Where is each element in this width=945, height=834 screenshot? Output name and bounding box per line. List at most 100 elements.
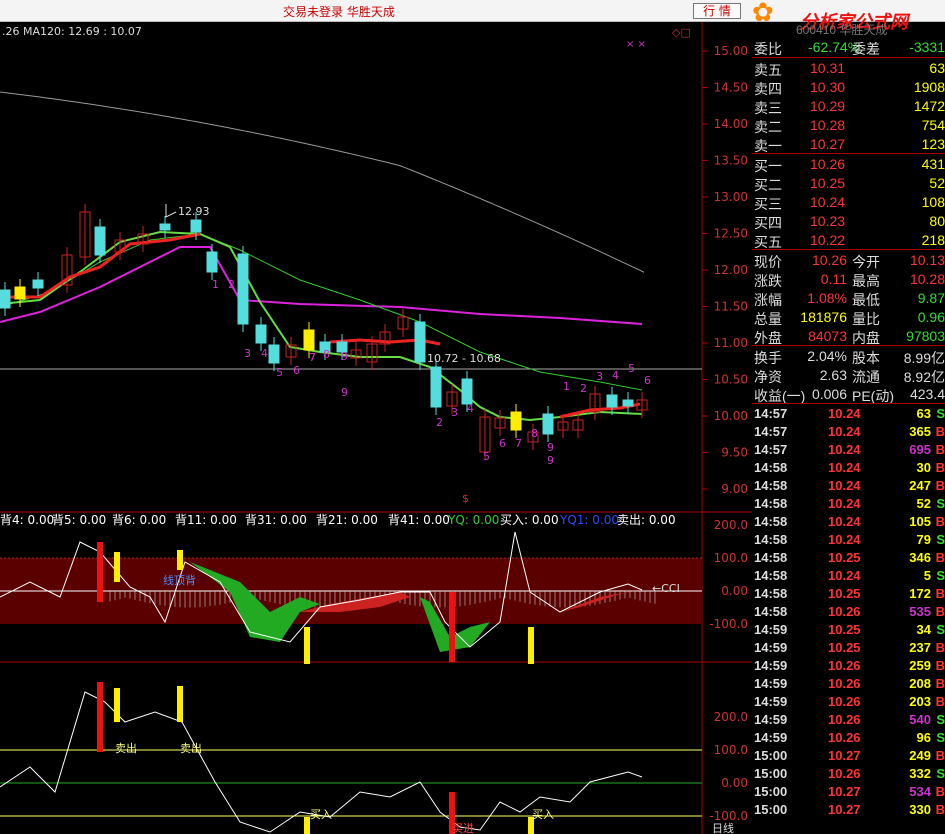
stat-value: 84073 bbox=[808, 328, 847, 344]
count-digit: 3 bbox=[596, 370, 603, 383]
stat2-row: 收益(一) 0.006 PE(动) 423.4 bbox=[752, 385, 945, 404]
period-label: 日线 bbox=[712, 821, 734, 834]
buy-level-label: 买一 bbox=[754, 158, 782, 174]
tick-side: B bbox=[935, 784, 945, 799]
stat-value: 0.96 bbox=[917, 309, 945, 325]
sell-row: 卖三 10.29 1472 bbox=[752, 97, 945, 116]
price-axis-label: 10.00 bbox=[714, 409, 748, 423]
buy-row: 买二 10.25 52 bbox=[752, 174, 945, 193]
sell-label: 卖出 bbox=[115, 741, 137, 755]
sell-level-label: 卖三 bbox=[754, 100, 782, 116]
tick-volume: 237 bbox=[909, 640, 931, 655]
price-axis-label: 11.00 bbox=[714, 336, 748, 350]
sell-row: 卖四 10.30 1908 bbox=[752, 78, 945, 97]
tick-price: 10.24 bbox=[828, 460, 861, 475]
candle-body bbox=[237, 253, 249, 325]
tick-side: B bbox=[935, 550, 945, 565]
candle-body bbox=[414, 321, 426, 363]
tick-time: 14:59 bbox=[754, 730, 788, 745]
tick-volume: 63 bbox=[916, 406, 931, 421]
cci-signal-bar bbox=[304, 627, 310, 664]
tick-price: 10.25 bbox=[828, 640, 861, 655]
high-arrow bbox=[165, 204, 177, 218]
tick-time: 14:59 bbox=[754, 676, 788, 691]
signal-axis-label: 100.0 bbox=[714, 743, 748, 757]
stat-label: 总量 bbox=[754, 311, 782, 327]
tick-time: 14:59 bbox=[754, 640, 788, 655]
buy-row: 买三 10.24 108 bbox=[752, 193, 945, 212]
stat-label: 今开 bbox=[852, 254, 880, 270]
dollar-marker: $ bbox=[462, 492, 469, 505]
cci-header-item: 背4: 0.00 bbox=[0, 513, 54, 527]
price-axis-label: 14.00 bbox=[714, 117, 748, 131]
cci-signal-bar bbox=[528, 627, 534, 664]
tick-volume: 332 bbox=[909, 766, 931, 781]
tick-side: B bbox=[935, 640, 945, 655]
price-axis-label: 9.50 bbox=[721, 446, 748, 460]
tick-time: 14:59 bbox=[754, 622, 788, 637]
sell-level-label: 卖二 bbox=[754, 119, 782, 135]
sell-price: 10.30 bbox=[810, 79, 846, 95]
cci-axis-label: 200.0 bbox=[714, 518, 748, 532]
count-digit: 2 bbox=[436, 416, 443, 429]
tick-row: 14:59 10.26 540 S bbox=[752, 711, 945, 729]
tick-row: 14:57 10.24 365 B bbox=[752, 423, 945, 441]
divider bbox=[752, 249, 945, 250]
tick-row: 14:57 10.24 695 B bbox=[752, 441, 945, 459]
buy-label: 买入 bbox=[310, 808, 332, 821]
price-axis-label: 13.50 bbox=[714, 154, 748, 168]
stat2-label: 流通 bbox=[852, 369, 880, 385]
price-axis-label: 10.50 bbox=[714, 373, 748, 387]
candle-body bbox=[206, 251, 218, 273]
tick-time: 14:58 bbox=[754, 568, 788, 583]
stat-row: 外盘 84073 内盘 97803 bbox=[752, 327, 945, 346]
cci-header-item: 买入: 0.00 bbox=[500, 513, 559, 527]
tick-side: B bbox=[935, 802, 945, 817]
divider bbox=[752, 345, 945, 346]
candle-body bbox=[510, 411, 522, 431]
cci-header-item: 卖出: 0.00 bbox=[617, 513, 676, 527]
cci-signal-bar bbox=[449, 592, 455, 662]
tick-row: 15:00 10.27 249 B bbox=[752, 747, 945, 765]
tick-time: 14:57 bbox=[754, 424, 788, 439]
tick-row: 15:00 10.27 330 B bbox=[752, 801, 945, 819]
tick-price: 10.25 bbox=[828, 622, 861, 637]
buy-level-label: 买三 bbox=[754, 196, 782, 212]
tick-row: 14:58 10.24 5 S bbox=[752, 567, 945, 585]
market-quote-button[interactable]: 行 情 bbox=[693, 3, 741, 19]
tick-row: 14:58 10.24 52 S bbox=[752, 495, 945, 513]
tick-time: 14:58 bbox=[754, 550, 788, 565]
tick-price: 10.24 bbox=[828, 442, 861, 457]
tick-side: S bbox=[936, 622, 945, 637]
candle-body bbox=[190, 219, 202, 233]
tick-price: 10.26 bbox=[828, 712, 861, 727]
sell-label: 卖出 bbox=[180, 741, 202, 755]
weicha-value: -3331 bbox=[909, 39, 945, 55]
tick-volume: 52 bbox=[916, 496, 931, 511]
signal-axis-label: 0.00 bbox=[721, 776, 748, 790]
candle-body bbox=[14, 286, 26, 300]
stat-label: 涨跌 bbox=[754, 273, 782, 289]
tick-time: 14:58 bbox=[754, 514, 788, 529]
tick-price: 10.24 bbox=[828, 478, 861, 493]
tick-side: B bbox=[935, 424, 945, 439]
tick-volume: 203 bbox=[909, 694, 931, 709]
tick-side: B bbox=[935, 442, 945, 457]
sell-volume: 123 bbox=[921, 136, 945, 152]
stat2-value: 0.006 bbox=[811, 386, 847, 402]
count-digit: 7 bbox=[515, 437, 522, 450]
candle-body bbox=[430, 366, 442, 408]
tick-row: 14:58 10.24 105 B bbox=[752, 513, 945, 531]
price-axis-label: 13.00 bbox=[714, 190, 748, 204]
cci-header-item: 背21: 0.00 bbox=[316, 513, 378, 527]
count-digit: 7 bbox=[309, 351, 316, 364]
tick-volume: 172 bbox=[909, 586, 931, 601]
sell-row: 卖五 10.31 63 bbox=[752, 59, 945, 78]
tick-side: B bbox=[935, 676, 945, 691]
tick-time: 15:00 bbox=[754, 784, 788, 799]
tick-side: B bbox=[935, 658, 945, 673]
tick-price: 10.26 bbox=[828, 766, 861, 781]
cci-header-item: 背11: 0.00 bbox=[175, 513, 237, 527]
divider bbox=[752, 153, 945, 154]
tick-volume: 5 bbox=[923, 568, 931, 583]
